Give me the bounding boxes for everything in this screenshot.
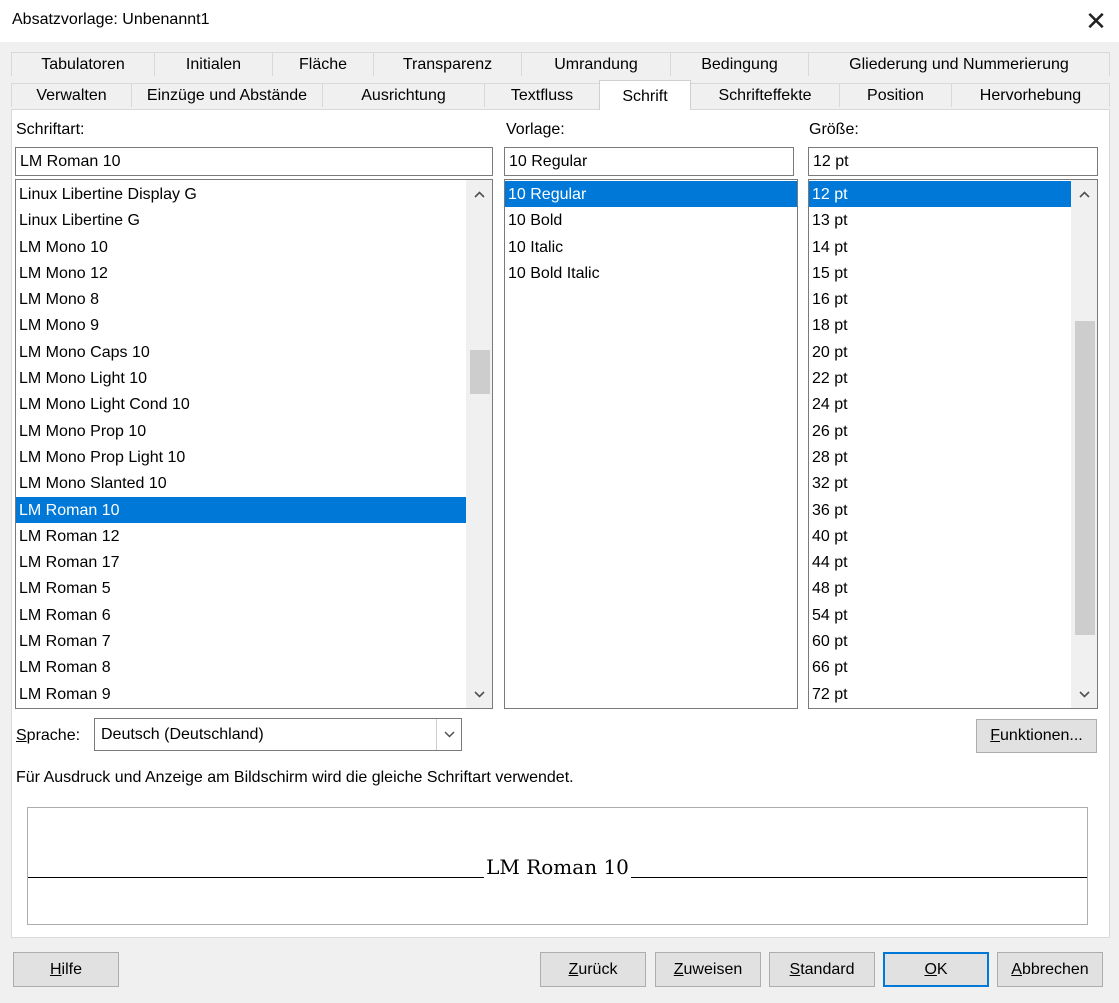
font-family-list[interactable]: Linux Libertine Display G Linux Libertine… [15, 179, 493, 709]
tab-row-1: Tabulatoren Initialen Fläche Transparenz… [11, 52, 1110, 77]
chevron-down-icon[interactable] [466, 684, 492, 704]
font-family-item[interactable]: LM Roman 10 [16, 496, 466, 523]
font-list-scroll-thumb[interactable] [470, 350, 490, 394]
font-family-item[interactable]: LM Mono Slanted 10 [16, 470, 466, 496]
font-size-label: Größe: [809, 121, 859, 138]
font-family-item[interactable]: LM Mono 10 [16, 234, 466, 260]
font-family-label: Schriftart: [16, 121, 85, 138]
font-size-item[interactable]: 44 pt [809, 549, 1071, 575]
functions-button[interactable]: Funktionen... [976, 719, 1097, 753]
font-family-item[interactable]: LM Roman 12 [16, 523, 466, 549]
tab-transparenz[interactable]: Transparenz [373, 52, 522, 76]
font-style-label: Vorlage: [506, 121, 565, 138]
font-size-item[interactable]: 32 pt [809, 470, 1071, 496]
chevron-down-icon[interactable] [436, 719, 461, 750]
font-size-list[interactable]: 12 pt 13 pt 14 pt 15 pt 16 pt 18 pt 20 pt 22 pt… [808, 179, 1098, 709]
font-family-item[interactable]: LM Mono 12 [16, 260, 466, 286]
ok-button[interactable]: OK [883, 952, 989, 987]
apply-button[interactable]: Zuweisen [655, 952, 761, 987]
window-title: Absatzvorlage: Unbenannt1 [12, 11, 210, 28]
font-size-item[interactable]: 13 pt [809, 207, 1071, 233]
preview-sample-text: LM Roman 10 [484, 855, 631, 879]
font-family-item[interactable]: LM Mono Light Cond 10 [16, 391, 466, 417]
font-family-item[interactable]: LM Mono Prop 10 [16, 418, 466, 444]
font-family-item[interactable]: LM Mono 9 [16, 312, 466, 338]
size-list-scrollbar[interactable] [1071, 180, 1097, 708]
font-size-item[interactable]: 26 pt [809, 418, 1071, 444]
tab-gliederung[interactable]: Gliederung und Nummerierung [808, 52, 1110, 76]
font-size-item[interactable]: 40 pt [809, 523, 1071, 549]
font-size-item[interactable]: 12 pt [809, 181, 1071, 208]
font-family-item[interactable]: Linux Libertine Display G [16, 181, 466, 207]
close-icon[interactable]: ✕ [1073, 0, 1119, 42]
help-button[interactable]: Hilfe [13, 952, 119, 987]
size-list-scroll-thumb[interactable] [1075, 321, 1095, 635]
font-size-item[interactable]: 14 pt [809, 234, 1071, 260]
tab-schrifteffekte[interactable]: Schrifteffekte [690, 83, 840, 107]
font-style-item[interactable]: 10 Bold Italic [505, 260, 797, 286]
language-value: Deutsch (Deutschland) [101, 726, 264, 743]
tab-row-2: Verwalten Einzüge und Abstände Ausrichtu… [11, 80, 1110, 110]
font-family-input[interactable]: LM Roman 10 [15, 147, 493, 176]
tab-initialen[interactable]: Initialen [154, 52, 273, 76]
language-label: Sprache: [16, 727, 81, 744]
font-family-item[interactable]: Linux Libertine G [16, 207, 466, 233]
font-family-item[interactable]: LM Mono Light 10 [16, 365, 466, 391]
font-family-item[interactable]: LM Roman 5 [16, 575, 466, 601]
font-family-item[interactable]: LM Roman 7 [16, 628, 466, 654]
font-size-item[interactable]: 66 pt [809, 654, 1071, 680]
standard-button[interactable]: Standard [769, 952, 875, 987]
tab-bedingung[interactable]: Bedingung [670, 52, 809, 76]
font-size-item[interactable]: 22 pt [809, 365, 1071, 391]
tab-position[interactable]: Position [839, 83, 952, 107]
font-family-item[interactable]: LM Mono Prop Light 10 [16, 444, 466, 470]
font-size-item[interactable]: 20 pt [809, 339, 1071, 365]
font-family-item[interactable]: LM Mono Caps 10 [16, 339, 466, 365]
font-size-item[interactable]: 72 pt [809, 681, 1071, 707]
font-size-item[interactable]: 36 pt [809, 497, 1071, 523]
font-style-input[interactable]: 10 Regular [504, 147, 794, 176]
font-style-item[interactable]: 10 Regular [505, 181, 797, 208]
tab-ausrichtung[interactable]: Ausrichtung [322, 83, 485, 107]
font-style-list[interactable]: 10 Regular 10 Bold 10 Italic 10 Bold Italic [504, 179, 798, 709]
tab-einzuege[interactable]: Einzüge und Abstände [131, 83, 323, 107]
tab-tabulatoren[interactable]: Tabulatoren [11, 52, 155, 76]
info-text: Für Ausdruck und Anzeige am Bildschirm w… [16, 769, 574, 786]
tab-verwalten[interactable]: Verwalten [11, 83, 132, 107]
font-size-item[interactable]: 16 pt [809, 286, 1071, 312]
font-list-scrollbar[interactable] [466, 180, 492, 708]
font-size-item[interactable]: 18 pt [809, 312, 1071, 338]
language-select[interactable]: Deutsch (Deutschland) [94, 718, 462, 751]
title-bar: Absatzvorlage: Unbenannt1 ✕ [0, 0, 1119, 42]
back-button[interactable]: Zurück [540, 952, 646, 987]
font-size-item[interactable]: 54 pt [809, 602, 1071, 628]
font-family-item[interactable]: LM Roman 6 [16, 602, 466, 628]
font-size-item[interactable]: 28 pt [809, 444, 1071, 470]
tab-schrift[interactable]: Schrift [599, 80, 691, 110]
font-size-item[interactable]: 15 pt [809, 260, 1071, 286]
chevron-down-icon[interactable] [1071, 684, 1097, 704]
font-family-item[interactable]: LM Roman 8 [16, 654, 466, 680]
chevron-up-icon[interactable] [466, 184, 492, 204]
font-size-input[interactable]: 12 pt [808, 147, 1098, 176]
font-family-item[interactable]: LM Roman 9 [16, 681, 466, 707]
chevron-up-icon[interactable] [1071, 184, 1097, 204]
tab-umrandung[interactable]: Umrandung [521, 52, 671, 76]
font-style-item[interactable]: 10 Bold [505, 207, 797, 233]
font-style-item[interactable]: 10 Italic [505, 234, 797, 260]
tab-flaeche[interactable]: Fläche [272, 52, 374, 76]
font-preview: LM Roman 10 [27, 807, 1088, 925]
font-size-item[interactable]: 60 pt [809, 628, 1071, 654]
cancel-button[interactable]: Abbrechen [997, 952, 1103, 987]
font-family-item[interactable]: LM Roman 17 [16, 549, 466, 575]
tab-textfluss[interactable]: Textfluss [484, 83, 600, 107]
font-size-item[interactable]: 24 pt [809, 391, 1071, 417]
tab-hervorhebung[interactable]: Hervorhebung [951, 83, 1110, 107]
font-family-item[interactable]: LM Mono 8 [16, 286, 466, 312]
font-size-item[interactable]: 48 pt [809, 575, 1071, 601]
